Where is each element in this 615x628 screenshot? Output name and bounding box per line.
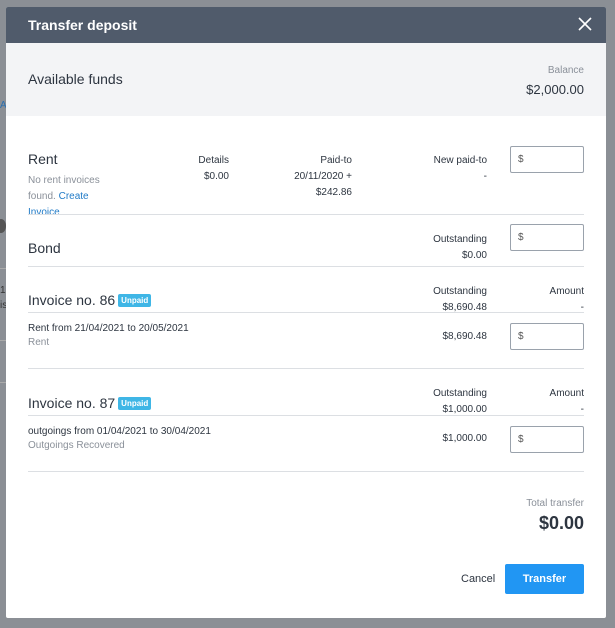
new-paid-to-value: -: [483, 171, 487, 182]
close-button[interactable]: [576, 15, 594, 33]
paid-to-value: 20/11/2020 +: [294, 171, 352, 182]
total-transfer-label: Total transfer: [526, 498, 584, 509]
modal-body: Rent No rent invoices found. Create Invo…: [6, 123, 606, 483]
invoice-87-amount: Amount -: [524, 386, 584, 418]
outstanding-label: Outstanding: [433, 286, 487, 297]
currency-prefix: $: [518, 434, 524, 445]
create-invoice-link[interactable]: Create: [59, 191, 89, 202]
new-paid-to-label: New paid-to: [433, 155, 487, 166]
divider: [28, 266, 584, 267]
rent-title: Rent: [28, 151, 58, 167]
available-funds-label: Available funds: [28, 71, 123, 87]
divider: [28, 214, 584, 215]
balance-value: $2,000.00: [526, 82, 584, 97]
rent-note-line: No rent invoices: [28, 175, 100, 186]
rent-paid-to: Paid-to 20/11/2020 + $242.86: [262, 153, 352, 201]
amount-label: Amount: [549, 388, 584, 399]
cancel-button[interactable]: Cancel: [461, 573, 495, 585]
modal-title: Transfer deposit: [28, 17, 137, 33]
invoice-87-amount-input[interactable]: $: [510, 426, 584, 453]
invoice-86-title-row: Invoice no. 86 Unpaid: [28, 292, 152, 308]
divider: [28, 312, 584, 313]
currency-prefix: $: [518, 331, 524, 342]
invoice-title: Invoice no. 87: [28, 395, 116, 411]
line-description: Rent from 21/04/2021 to 20/05/2021: [28, 323, 189, 334]
outstanding-label: Outstanding: [433, 388, 487, 399]
unpaid-badge: Unpaid: [118, 397, 152, 410]
rent-details: Details $0.00: [166, 153, 229, 185]
line-category: Rent: [28, 337, 50, 348]
bond-amount-input[interactable]: $: [510, 224, 584, 251]
rent-amount-input[interactable]: $: [510, 146, 584, 173]
rent-new-paid-to: New paid-to -: [406, 153, 487, 185]
amount-label: Amount: [549, 286, 584, 297]
rent-note-line2: found. Create: [28, 189, 118, 205]
currency-prefix: $: [518, 154, 524, 165]
invoice-86-amount-input[interactable]: $: [510, 323, 584, 350]
invoice-87-outstanding: Outstanding $1,000.00: [406, 386, 487, 418]
rent-note-line: found.: [28, 191, 56, 202]
paid-to-value: $242.86: [315, 187, 352, 198]
invoice-87-title-row: Invoice no. 87 Unpaid: [28, 395, 152, 411]
paid-to-label: Paid-to: [320, 155, 352, 166]
details-value: $0.00: [203, 171, 229, 182]
invoice-87-line-value: $1,000.00: [442, 433, 488, 444]
background-fragment: 1: [0, 285, 6, 296]
invoice-86-line: Rent from 21/04/2021 to 20/05/2021 Rent: [28, 321, 189, 351]
outstanding-value: $0.00: [461, 250, 487, 261]
outstanding-label: Outstanding: [433, 234, 487, 245]
line-category: Outgoings Recovered: [28, 440, 125, 451]
transfer-deposit-modal: Transfer deposit Available funds Balance…: [6, 7, 606, 618]
currency-prefix: $: [518, 232, 524, 243]
details-label: Details: [198, 155, 229, 166]
close-icon: [578, 17, 592, 31]
unpaid-badge: Unpaid: [118, 294, 152, 307]
transfer-button[interactable]: Transfer: [505, 564, 584, 594]
balance-label: Balance: [547, 65, 584, 76]
invoice-title: Invoice no. 86: [28, 292, 116, 308]
invoice-86-line-value: $8,690.48: [442, 331, 488, 342]
divider: [28, 368, 584, 369]
bond-title: Bond: [28, 240, 61, 256]
total-transfer-value: $0.00: [538, 513, 584, 533]
bond-outstanding: Outstanding $0.00: [406, 232, 487, 264]
available-funds-section: Available funds Balance $2,000.00: [6, 43, 606, 116]
outstanding-value: $8,690.48: [442, 302, 488, 313]
modal-header: Transfer deposit: [6, 7, 606, 43]
divider: [28, 415, 584, 416]
create-invoice-link[interactable]: Invoice: [28, 205, 118, 221]
amount-value: -: [580, 302, 584, 313]
invoice-87-line: outgoings from 01/04/2021 to 30/04/2021 …: [28, 424, 211, 454]
divider: [28, 471, 584, 472]
